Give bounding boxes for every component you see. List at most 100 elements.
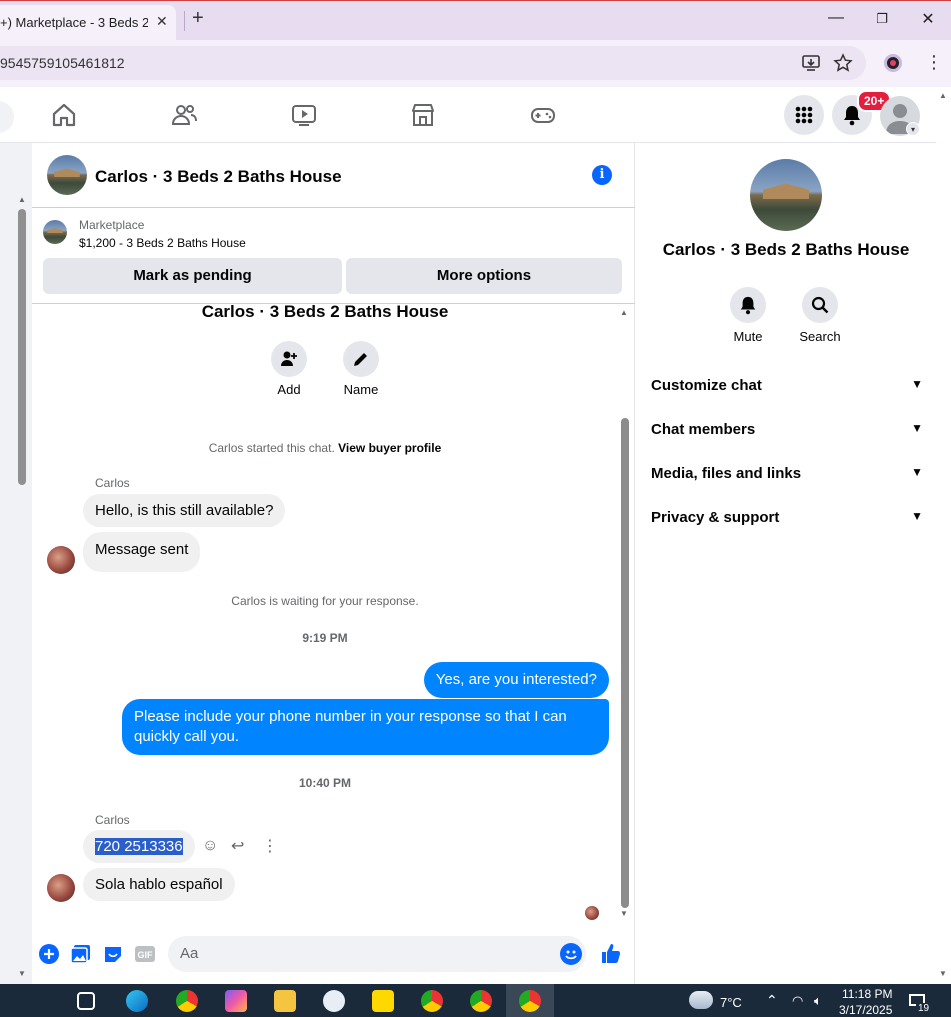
video-icon[interactable] [290,101,318,129]
clock-date[interactable]: 3/17/2025 [839,1003,892,1017]
chevron-down-icon: ▼ [911,509,923,523]
privacy-support-row[interactable]: Privacy & support ▼ [651,509,923,526]
windows-taskbar: 7°C ⌃ ◠ 🔈︎ 11:18 PM 3/17/2025 19 [0,984,951,1017]
chrome-profile-icon[interactable] [470,990,492,1012]
new-tab-icon[interactable]: + [192,7,204,30]
scroll-up-arrow-icon[interactable]: ▲ [18,195,26,204]
restore-icon[interactable]: ❐ [872,11,892,27]
home-icon[interactable] [50,101,78,129]
thread-scroll-up-icon[interactable]: ▲ [620,308,628,317]
url-text: 9545759105461812 [0,55,125,71]
search-button[interactable] [802,287,838,323]
browser-toolbar: 9545759105461812 ⋮ [0,40,951,87]
scroll-down-arrow-icon[interactable]: ▼ [18,969,26,978]
search-box-edge[interactable] [0,101,14,133]
chat-title[interactable]: Carlos · 3 Beds 2 Baths House [95,167,342,187]
photo-icon[interactable] [70,943,92,965]
listing-price-title[interactable]: $1,200 - 3 Beds 2 Baths House [79,236,246,250]
gif-icon[interactable]: GIF [134,943,156,965]
thumbs-up-icon[interactable] [600,942,622,964]
incoming-message-phone[interactable]: 720 2513336 [83,830,195,863]
thread-scroll-down-icon[interactable]: ▼ [620,909,628,918]
incoming-message[interactable]: Hello, is this still available? [83,494,286,527]
bell-icon [740,296,756,315]
sender-name: Carlos [95,813,130,827]
chrome-icon[interactable] [176,990,198,1012]
marketplace-label: Marketplace [79,218,145,232]
name-button[interactable] [343,341,379,377]
message-input-placeholder: Aa [180,945,199,962]
selected-phone-text[interactable]: 720 2513336 [95,838,183,855]
pencil-icon [354,353,367,366]
browser-menu-icon[interactable]: ⋮ [925,52,943,73]
address-bar[interactable]: 9545759105461812 [0,46,866,80]
more-options-button[interactable]: More options [346,258,622,294]
carlos-avatar[interactable] [47,874,75,902]
friends-icon[interactable] [170,101,198,129]
info-title: Carlos · 3 Beds 2 Baths House [662,240,910,259]
thread-scrollbar-thumb[interactable] [621,418,629,908]
search-icon [811,296,829,314]
add-button[interactable] [271,341,307,377]
gaming-icon[interactable] [529,101,557,129]
marketplace-icon[interactable] [409,101,437,129]
incoming-message[interactable]: Sola hablo español [83,868,235,901]
menu-grid-button[interactable] [784,95,824,135]
edge-icon[interactable] [126,990,148,1012]
close-tab-icon[interactable]: ✕ [156,13,168,30]
close-window-icon[interactable]: ✕ [918,9,938,29]
chevron-down-icon: ▼ [911,421,923,435]
page-scrollbar[interactable]: ▲ ▼ [936,87,951,984]
task-view-icon[interactable] [77,992,95,1010]
message-composer: GIF Aa [32,933,635,977]
install-app-icon[interactable] [801,53,821,73]
more-actions-icon[interactable]: ⋮ [262,836,278,856]
carlos-avatar[interactable] [47,546,75,574]
outgoing-message[interactable]: Yes, are you interested? [423,662,609,698]
sticker-icon[interactable] [102,943,124,965]
customize-chat-row[interactable]: Customize chat ▼ [651,377,923,394]
active-taskbar-item[interactable] [506,984,554,1017]
message-input[interactable]: Aa [168,936,586,972]
chevron-down-icon: ▼ [911,465,923,479]
browser-profile-icon[interactable] [884,54,902,72]
copilot-icon[interactable] [225,990,247,1012]
clock-time[interactable]: 11:18 PM [842,987,892,1001]
page-scroll-down-icon[interactable]: ▼ [939,969,947,978]
left-scrollbar-thumb[interactable] [18,209,26,485]
chrome-profile-icon[interactable] [421,990,443,1012]
media-files-links-row[interactable]: Media, files and links ▼ [651,465,923,482]
file-explorer-icon[interactable] [274,990,296,1012]
paint-icon[interactable] [323,990,345,1012]
page-scroll-up-icon[interactable]: ▲ [939,91,947,100]
chat-members-row[interactable]: Chat members ▼ [651,421,923,438]
plus-circle-icon[interactable] [38,943,60,965]
temperature[interactable]: 7°C [720,995,742,1010]
chevron-up-icon[interactable]: ⌃ [766,992,778,1009]
house-avatar[interactable] [47,155,87,195]
waiting-text: Carlos is waiting for your response. [231,594,419,608]
react-emoji-icon[interactable]: ☺ [202,837,218,855]
facebook-top-nav [0,87,951,143]
volume-icon[interactable]: 🔈︎ [814,993,822,1009]
account-chevron-down-icon[interactable]: ▾ [906,122,920,136]
bookmark-star-icon[interactable] [833,53,853,73]
emoji-icon[interactable] [560,943,582,965]
minimize-icon[interactable]: — [826,9,846,27]
chrome-active-icon[interactable] [519,990,541,1012]
mute-label: Mute [733,329,763,344]
weather-icon[interactable] [689,991,713,1009]
browser-tab[interactable]: +) Marketplace - 3 Beds 2 Ba ✕ [0,5,176,41]
mark-as-pending-button[interactable]: Mark as pending [43,258,342,294]
wifi-icon[interactable]: ◠ [792,993,803,1009]
info-house-avatar[interactable] [750,159,822,231]
view-buyer-profile-link[interactable]: View buyer profile [338,441,441,455]
info-icon[interactable]: i [592,165,612,185]
mute-button[interactable] [730,287,766,323]
outgoing-message[interactable]: Please include your phone number in your… [122,699,609,755]
listing-thumbnail[interactable] [43,220,67,244]
incoming-message[interactable]: Message sent [83,532,201,572]
sticky-notes-icon[interactable] [372,990,394,1012]
reply-icon[interactable]: ↩ [231,836,244,856]
name-label: Name [343,382,379,397]
